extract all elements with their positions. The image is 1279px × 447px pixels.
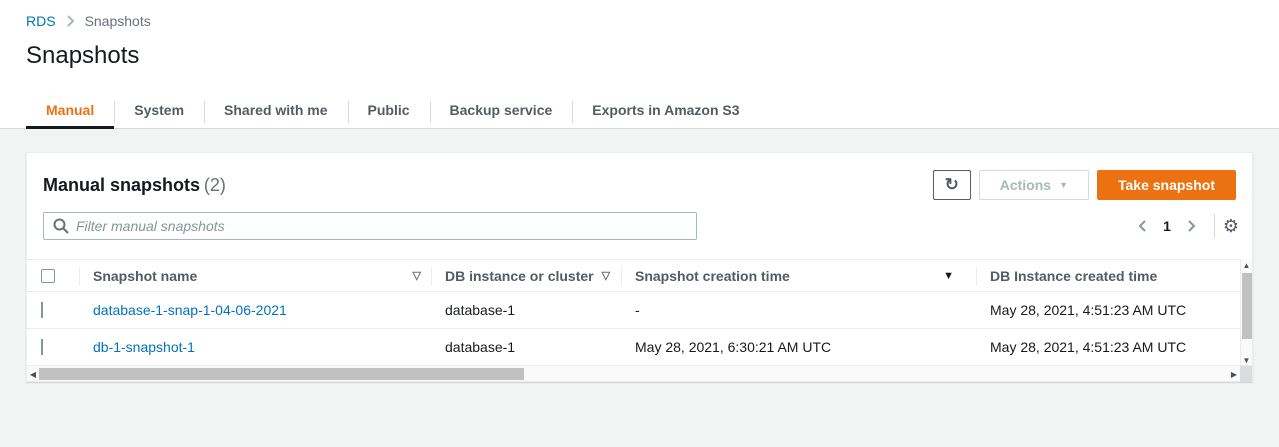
panel-title: Manual snapshots — [43, 175, 200, 195]
page-title: Snapshots — [26, 42, 139, 70]
db-created-time-cell: May 28, 2021, 4:51:23 AM UTC — [976, 302, 1240, 318]
tab-system[interactable]: System — [114, 94, 204, 128]
snapshot-name-cell: db-1-snapshot-1 — [79, 339, 431, 355]
snapshot-link[interactable]: db-1-snapshot-1 — [93, 339, 195, 355]
column-label: Snapshot creation time — [635, 268, 790, 284]
panel-count-badge: (2) — [204, 175, 226, 195]
column-header-snapshot-name[interactable]: Snapshot name ▽ — [79, 260, 431, 291]
tab-public[interactable]: Public — [348, 94, 430, 128]
db-instance-cell: database-1 — [431, 302, 621, 318]
sort-desc-icon: ▼ — [943, 270, 954, 282]
previous-page-button[interactable] — [1128, 219, 1157, 233]
breadcrumb-chevron-icon — [66, 15, 75, 27]
db-created-time-value: May 28, 2021, 4:51:23 AM UTC — [990, 339, 1186, 355]
pagination: 1 ⚙ — [1128, 214, 1239, 238]
scroll-right-icon[interactable]: ▶ — [1228, 366, 1240, 382]
rds-snapshots-page: RDS Snapshots Snapshots Manual System Sh… — [0, 0, 1279, 447]
column-label: DB Instance created time — [990, 268, 1157, 284]
sort-icon: ▽ — [413, 269, 421, 282]
search-icon — [53, 218, 69, 237]
actions-dropdown-button[interactable]: Actions ▼ — [979, 170, 1089, 200]
vertical-scrollbar[interactable]: ▲ ▼ — [1240, 259, 1252, 366]
manual-snapshots-panel: Manual snapshots (2) ↻ Actions ▼ Take sn… — [26, 152, 1253, 382]
row-select-cell — [27, 302, 79, 318]
next-page-button[interactable] — [1177, 219, 1206, 233]
column-header-db-created-time[interactable]: DB Instance created time — [976, 260, 1240, 291]
horizontal-scrollbar[interactable]: ◀ ▶ — [27, 365, 1252, 381]
vertical-scrollbar-thumb[interactable] — [1242, 273, 1252, 339]
tab-backup-service[interactable]: Backup service — [430, 94, 573, 128]
filter-search-box — [43, 212, 697, 240]
pagination-divider — [1214, 214, 1215, 238]
snapshots-table: Snapshot name ▽ DB instance or cluster ▽… — [27, 259, 1252, 381]
creation-time-cell: - — [621, 302, 976, 318]
column-label: DB instance or cluster — [445, 268, 594, 284]
tab-bar: Manual System Shared with me Public Back… — [0, 94, 1279, 129]
snapshot-name-cell: database-1-snap-1-04-06-2021 — [79, 302, 431, 318]
chevron-down-icon: ▼ — [1059, 180, 1068, 190]
panel-header: Manual snapshots (2) ↻ Actions ▼ Take sn… — [43, 168, 1236, 202]
filter-row: 1 ⚙ — [43, 212, 1239, 240]
table-row: db-1-snapshot-1 database-1 May 28, 2021,… — [27, 329, 1252, 366]
scroll-left-icon[interactable]: ◀ — [27, 366, 39, 382]
tab-exports-amazon-s3[interactable]: Exports in Amazon S3 — [572, 94, 759, 128]
column-label: Snapshot name — [93, 268, 197, 284]
creation-time-cell: May 28, 2021, 6:30:21 AM UTC — [621, 339, 976, 355]
table-row: database-1-snap-1-04-06-2021 database-1 … — [27, 292, 1252, 329]
breadcrumb: RDS Snapshots — [26, 13, 151, 29]
current-page-number[interactable]: 1 — [1157, 218, 1177, 234]
db-created-time-value: May 28, 2021, 4:51:23 AM UTC — [990, 302, 1186, 318]
filter-snapshots-input[interactable] — [43, 212, 697, 240]
actions-button-label: Actions — [1000, 177, 1051, 193]
db-instance-cell: database-1 — [431, 339, 621, 355]
snapshot-link[interactable]: database-1-snap-1-04-06-2021 — [93, 302, 287, 318]
horizontal-scrollbar-thumb[interactable] — [39, 368, 524, 380]
select-all-checkbox[interactable] — [41, 269, 55, 283]
db-created-time-cell: May 28, 2021, 4:51:23 AM UTC — [976, 339, 1240, 355]
refresh-button[interactable]: ↻ — [933, 170, 971, 200]
panel-actions: ↻ Actions ▼ Take snapshot — [933, 170, 1236, 200]
row-select-cell — [27, 339, 79, 355]
panel-title-group: Manual snapshots (2) — [43, 175, 226, 196]
scroll-up-icon[interactable]: ▲ — [1241, 259, 1252, 271]
sort-icon: ▽ — [602, 269, 610, 282]
tab-manual[interactable]: Manual — [26, 94, 114, 128]
breadcrumb-current: Snapshots — [85, 13, 151, 29]
row-checkbox[interactable] — [41, 339, 43, 355]
tab-shared-with-me[interactable]: Shared with me — [204, 94, 347, 128]
row-checkbox[interactable] — [41, 302, 43, 318]
creation-time-value: - — [635, 302, 640, 318]
column-header-db-instance[interactable]: DB instance or cluster ▽ — [431, 260, 621, 291]
scrollbar-corner — [1240, 366, 1252, 382]
creation-time-value: May 28, 2021, 6:30:21 AM UTC — [635, 339, 831, 355]
table-header-row: Snapshot name ▽ DB instance or cluster ▽… — [27, 259, 1252, 292]
take-snapshot-button[interactable]: Take snapshot — [1097, 170, 1236, 200]
breadcrumb-rds-link[interactable]: RDS — [26, 13, 56, 29]
preferences-gear-icon[interactable]: ⚙ — [1223, 217, 1239, 235]
column-header-creation-time[interactable]: Snapshot creation time ▼ — [621, 260, 976, 291]
refresh-icon: ↻ — [945, 175, 959, 195]
select-all-cell — [27, 260, 79, 291]
